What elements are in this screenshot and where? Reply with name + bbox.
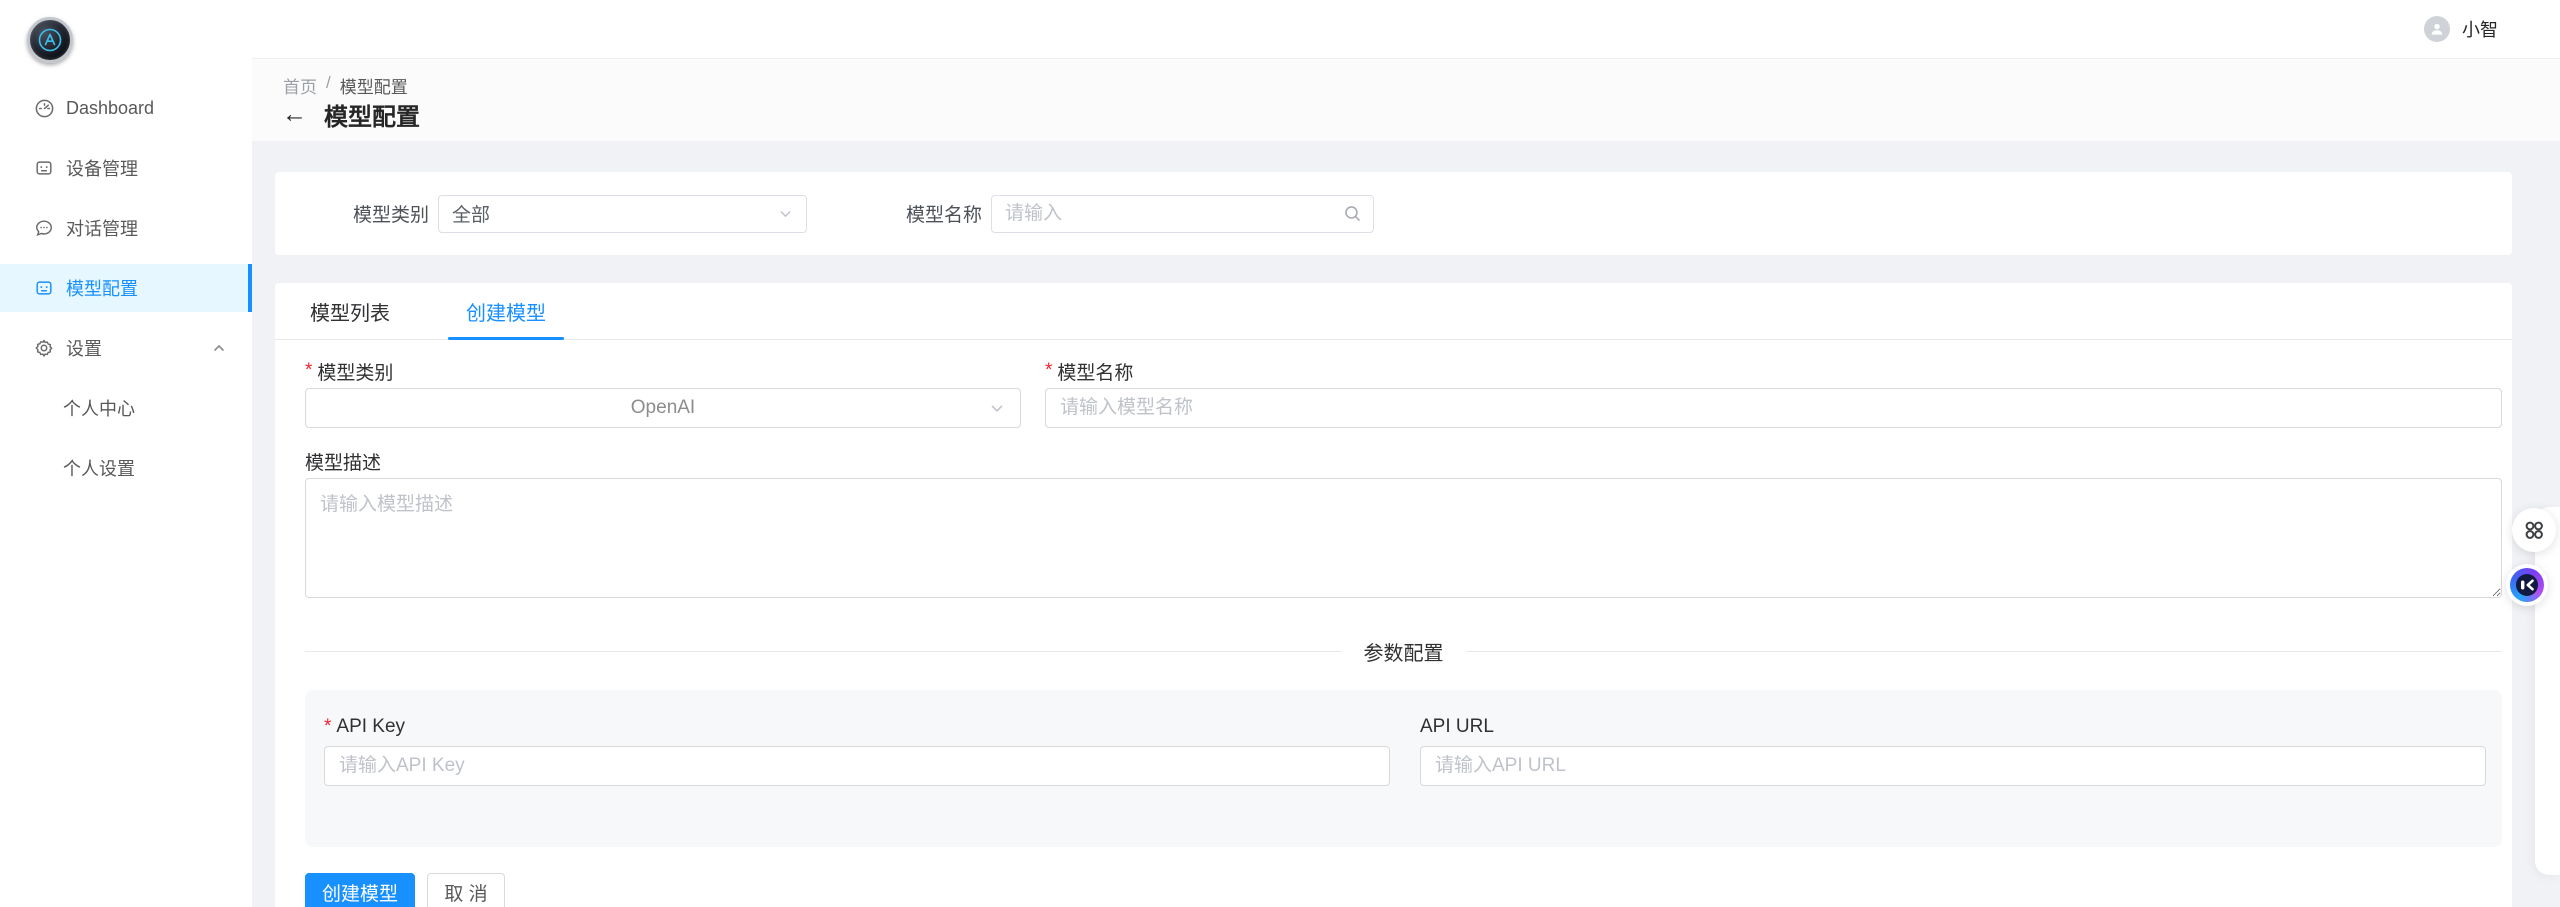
- sidebar-item-dashboard[interactable]: Dashboard: [0, 84, 252, 132]
- field-label-text: API Key: [336, 716, 405, 738]
- api-url-field-group: API URL: [1420, 716, 2486, 847]
- api-key-input[interactable]: [324, 746, 1390, 786]
- filter-name-label: 模型名称: [906, 200, 982, 227]
- sidebar-item-device-management[interactable]: 设备管理: [0, 144, 252, 192]
- api-key-field-group: * API Key: [324, 716, 1390, 847]
- user-menu[interactable]: 小智: [2424, 0, 2498, 58]
- model-description-textarea[interactable]: [305, 478, 2502, 598]
- apps-grid-button[interactable]: [2512, 508, 2556, 552]
- filter-category-select[interactable]: 全部: [438, 195, 807, 233]
- floating-tool-panel[interactable]: [2535, 507, 2560, 875]
- field-label-text: API URL: [1420, 716, 1494, 738]
- page-header: 首页 / 模型配置 ← 模型配置: [252, 59, 2560, 141]
- params-divider: 参数配置: [305, 637, 2502, 666]
- app-logo[interactable]: [27, 17, 73, 63]
- sidebar-item-label: 个人设置: [63, 455, 135, 481]
- gear-icon: [33, 337, 55, 359]
- model-config-card: 模型列表 创建模型 * 模型类别 OpenAI: [275, 283, 2512, 907]
- filter-category-value: 全部: [452, 200, 778, 227]
- model-name-search-input[interactable]: [991, 195, 1374, 233]
- create-model-button[interactable]: 创建模型: [305, 873, 415, 907]
- model-category-select[interactable]: OpenAI: [305, 388, 1021, 428]
- tab-label: 模型列表: [310, 297, 390, 326]
- sidebar-item-label: 对话管理: [66, 215, 138, 241]
- tab-create-model[interactable]: 创建模型: [448, 283, 564, 339]
- category-field-group: * 模型类别 OpenAI: [305, 360, 1021, 428]
- breadcrumb-home[interactable]: 首页: [283, 73, 317, 98]
- person-icon: [2429, 21, 2445, 37]
- field-label-text: 模型名称: [1057, 358, 1133, 385]
- sidebar-menu: Dashboard 设备管理 对话管理: [0, 84, 252, 504]
- required-asterisk: *: [1045, 360, 1052, 382]
- device-icon: [33, 157, 55, 179]
- four-dots-grid-icon: [2522, 518, 2546, 542]
- sidebar-item-label: 设备管理: [66, 155, 138, 181]
- params-section: * API Key API URL: [305, 690, 2502, 847]
- sidebar-subitem-profile-settings[interactable]: 个人设置: [0, 444, 252, 492]
- app-screen: Dashboard 设备管理 对话管理: [0, 0, 2560, 907]
- ai-assistant-icon: [2510, 568, 2544, 602]
- sidebar-subitem-profile-center[interactable]: 个人中心: [0, 384, 252, 432]
- title-row: ← 模型配置: [282, 97, 420, 132]
- tab-label: 创建模型: [466, 297, 546, 326]
- cancel-button[interactable]: 取 消: [427, 873, 505, 907]
- name-field-group: * 模型名称: [1045, 360, 2502, 428]
- page-title: 模型配置: [324, 97, 420, 132]
- tabs-bar: 模型列表 创建模型: [275, 283, 2512, 340]
- api-key-label: * API Key: [324, 716, 1390, 738]
- desc-field-label: 模型描述: [305, 450, 2502, 472]
- breadcrumb-separator: /: [326, 73, 331, 98]
- form-row-1: * 模型类别 OpenAI * 模型名称: [305, 360, 2502, 428]
- sidebar-item-label: 设置: [66, 335, 102, 361]
- sidebar: Dashboard 设备管理 对话管理: [0, 0, 252, 907]
- sidebar-item-chat-management[interactable]: 对话管理: [0, 204, 252, 252]
- model-category-value: OpenAI: [631, 397, 695, 419]
- avatar[interactable]: [2424, 16, 2450, 42]
- sidebar-item-label: 个人中心: [63, 395, 135, 421]
- model-name-input[interactable]: [1045, 388, 2502, 428]
- required-asterisk: *: [305, 360, 312, 382]
- category-field-label: * 模型类别: [305, 360, 1021, 382]
- create-model-form: * 模型类别 OpenAI * 模型名称: [275, 340, 2512, 907]
- user-name: 小智: [2462, 16, 2498, 42]
- required-asterisk: *: [324, 716, 331, 738]
- top-header: 小智: [252, 0, 2560, 59]
- breadcrumb: 首页 / 模型配置: [283, 73, 408, 98]
- filter-name-search: [991, 195, 1374, 233]
- sidebar-item-settings[interactable]: 设置: [0, 324, 252, 372]
- ai-assistant-button[interactable]: [2506, 564, 2548, 606]
- sidebar-item-label: 模型配置: [66, 275, 138, 301]
- chat-icon: [33, 217, 55, 239]
- chevron-up-icon: [212, 341, 226, 355]
- chevron-down-icon: [989, 400, 1005, 416]
- filter-card: 模型类别 全部 模型名称: [275, 172, 2512, 255]
- filter-category-label: 模型类别: [353, 200, 429, 227]
- api-url-label: API URL: [1420, 716, 2486, 738]
- logo-a-icon: [36, 26, 64, 54]
- sidebar-item-model-config[interactable]: 模型配置: [0, 264, 252, 312]
- sidebar-item-label: Dashboard: [66, 98, 154, 119]
- tab-model-list[interactable]: 模型列表: [292, 283, 408, 339]
- name-field-label: * 模型名称: [1045, 360, 2502, 382]
- divider-line: [1466, 651, 2503, 652]
- field-label-text: 模型类别: [317, 358, 393, 385]
- divider-line: [305, 651, 1342, 652]
- back-arrow-icon[interactable]: ←: [282, 102, 307, 127]
- chevron-down-icon: [778, 206, 793, 221]
- model-icon: [33, 277, 55, 299]
- form-actions: 创建模型 取 消: [305, 873, 2502, 907]
- breadcrumb-current: 模型配置: [340, 73, 408, 98]
- field-label-text: 模型描述: [305, 448, 381, 475]
- divider-title: 参数配置: [1342, 637, 1466, 666]
- search-icon[interactable]: [1343, 204, 1362, 223]
- dashboard-icon: [33, 97, 55, 119]
- api-url-input[interactable]: [1420, 746, 2486, 786]
